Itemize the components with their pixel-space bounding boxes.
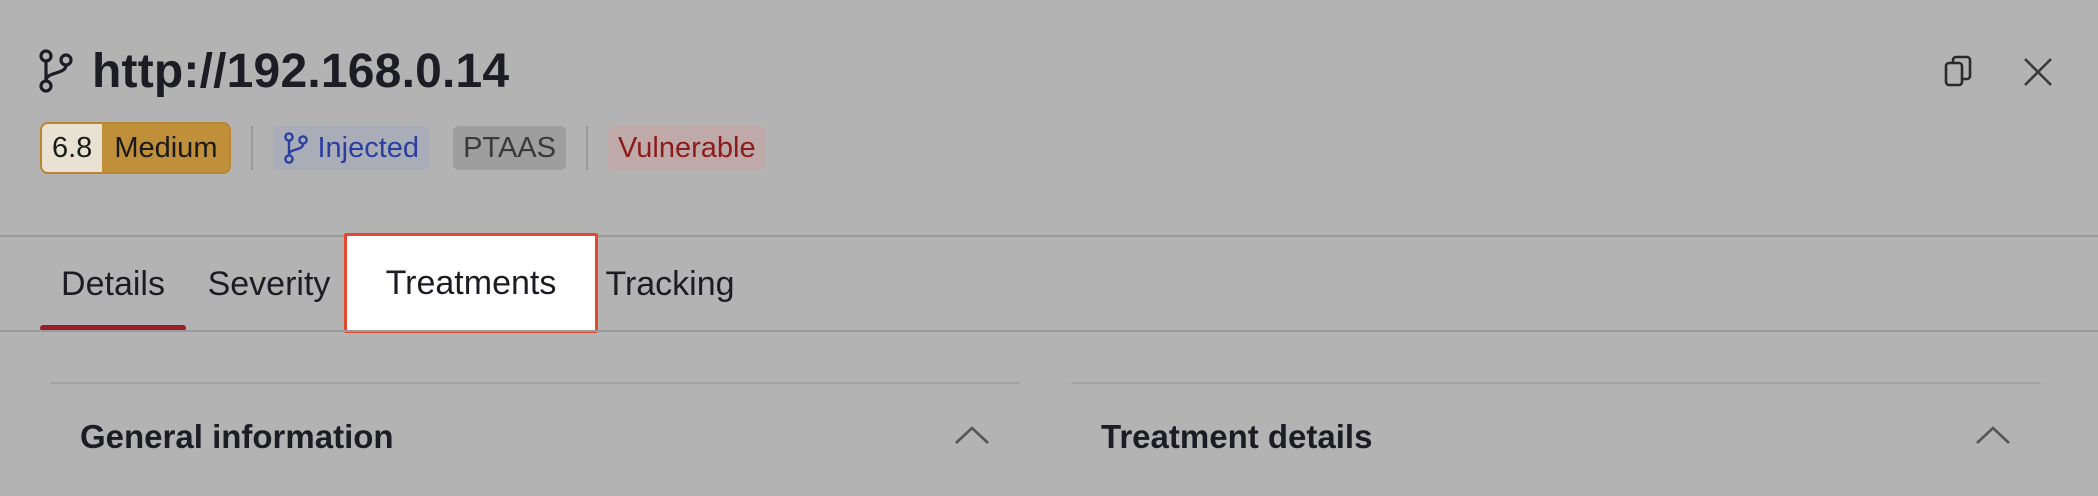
tab-label: Details: [61, 264, 165, 303]
general-information-section: General information: [50, 382, 1020, 496]
tab-label: Severity: [207, 264, 331, 303]
section-title: General information: [80, 418, 394, 455]
header-actions: [1938, 52, 2058, 92]
section-title: Treatment details: [1101, 418, 1373, 455]
source-label: PTAAS: [463, 131, 556, 164]
tab-details[interactable]: Details: [40, 237, 186, 331]
tab-bar: Details Severity Treatments Tracking: [40, 233, 736, 333]
tab-tracking[interactable]: Tracking: [604, 237, 736, 331]
badge-divider: [586, 126, 588, 170]
severity-badge: 6.8 Medium: [40, 122, 232, 174]
injected-label: Injected: [317, 131, 420, 164]
copy-icon[interactable]: [1938, 52, 1978, 92]
page-title: http://192.168.0.14: [92, 44, 510, 98]
source-tag: PTAAS: [453, 126, 566, 170]
tab-label: Tracking: [605, 264, 735, 303]
git-branch-icon: [38, 49, 74, 93]
injected-tag: Injected: [273, 126, 430, 170]
git-branch-icon: [283, 132, 309, 164]
chevron-up-icon[interactable]: [1973, 422, 2013, 448]
chevron-up-icon[interactable]: [952, 422, 992, 448]
tab-severity[interactable]: Severity: [186, 237, 352, 331]
tabs-divider: [0, 330, 2098, 332]
finding-header: http://192.168.0.14 6.8 Medium Injected …: [0, 0, 2098, 237]
tab-label: Treatments: [385, 263, 557, 302]
title-row: http://192.168.0.14: [38, 42, 509, 100]
severity-level: Medium: [102, 124, 230, 172]
tab-treatments[interactable]: Treatments: [344, 233, 598, 333]
badge-divider: [251, 126, 254, 170]
state-tag: Vulnerable: [608, 126, 766, 170]
severity-score: 6.8: [42, 124, 103, 172]
treatment-details-section: Treatment details: [1071, 382, 2041, 496]
close-icon[interactable]: [2018, 52, 2058, 92]
badge-row: 6.8 Medium Injected PTAAS Vulnerable: [40, 122, 766, 174]
state-label: Vulnerable: [618, 131, 756, 164]
